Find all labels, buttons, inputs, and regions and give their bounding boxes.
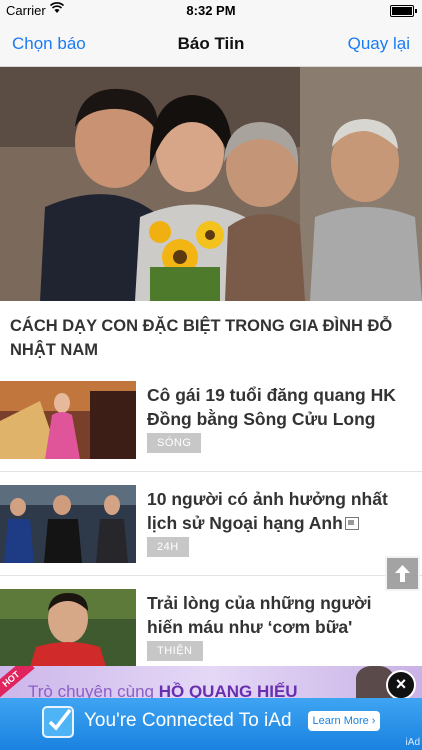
learn-more-button[interactable]: Learn More ›: [308, 711, 380, 731]
battery-icon: [390, 5, 417, 17]
checkmark-icon: [42, 706, 74, 738]
list-item[interactable]: Cô gái 19 tuổi đăng quang HK Đồng bằng S…: [0, 381, 422, 485]
close-ad-button[interactable]: ×: [386, 670, 416, 700]
arrow-up-icon: [395, 565, 410, 582]
article-thumbnail: [0, 589, 136, 667]
list-item[interactable]: 10 người có ảnh hưởng nhất lịch sử Ngoại…: [0, 485, 422, 589]
iad-banner[interactable]: You're Connected To iAd Learn More › iAd: [0, 698, 422, 750]
article-thumbnail: [0, 485, 136, 563]
navigation-bar: Chọn báo Báo Tiin Quay lại: [0, 22, 422, 67]
hero-image[interactable]: [0, 67, 422, 301]
article-thumbnail: [0, 381, 136, 459]
article-title: Trải lòng của những người hiến máu như ‘…: [147, 593, 372, 637]
promo-text: Trò chuyện cùng HỒ QUANG HIẾU: [28, 682, 298, 698]
article-title: 10 người có ảnh hưởng nhất lịch sử Ngoại…: [147, 489, 388, 533]
scroll-to-top-button[interactable]: [385, 556, 420, 591]
featured-headline[interactable]: CÁCH DẠY CON ĐẶC BIỆT TRONG GIA ĐÌNH ĐỖ …: [10, 314, 410, 362]
category-tag[interactable]: 24H: [147, 537, 189, 557]
iad-banner-text: You're Connected To iAd: [84, 710, 292, 731]
article-title: Cô gái 19 tuổi đăng quang HK Đồng bằng S…: [147, 385, 396, 429]
back-button[interactable]: Quay lại: [348, 34, 410, 54]
list-divider: [0, 471, 422, 472]
category-tag[interactable]: THIỆN: [147, 641, 203, 661]
photo-gallery-icon: [344, 517, 359, 530]
promo-banner[interactable]: HOT Trò chuyện cùng HỒ QUANG HIẾU: [0, 666, 422, 698]
status-bar: Carrier 8:32 PM: [0, 0, 422, 22]
list-divider: [0, 575, 422, 576]
status-time: 8:32 PM: [186, 3, 236, 18]
iad-label: iAd: [405, 737, 420, 748]
category-tag[interactable]: SÓNG: [147, 433, 202, 453]
